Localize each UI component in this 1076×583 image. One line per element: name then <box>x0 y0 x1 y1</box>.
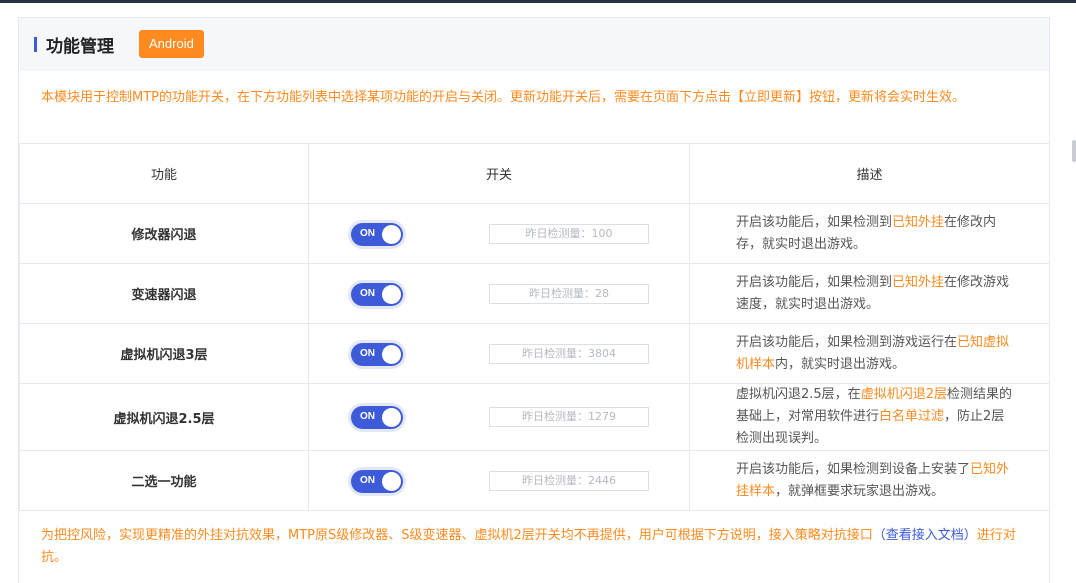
toggle-knob <box>382 224 401 244</box>
toggle-label: ON <box>360 347 375 359</box>
description-text: ，就弹框要求玩家退出游戏。 <box>775 483 945 499</box>
bottom-notice: 为把控风险，实现更精准的外挂对抗效果，MTP原S级修改器、S级变速器、虚拟机2层… <box>19 511 1049 569</box>
feature-name: 变速器闪退 <box>19 263 309 324</box>
description-text: 开启该功能后，如果检测到 <box>736 214 893 230</box>
switch-cell: ON 昨日检测量：100 <box>308 203 690 264</box>
feature-toggle[interactable]: ON <box>351 282 403 306</box>
platform-badge: Android <box>139 30 204 58</box>
feature-description: 开启该功能后，如果检测到设备上安装了已知外挂样本，就弹框要求玩家退出游戏。 <box>689 450 1050 511</box>
feature-description: 开启该功能后，如果检测到已知外挂在修改游戏速度，就实时退出游戏。 <box>689 263 1050 324</box>
detection-count: 昨日检测量：2446 <box>489 470 649 491</box>
column-header-feature: 功能 <box>19 143 309 204</box>
switch-cell: ON 昨日检测量：28 <box>308 263 690 324</box>
table-header-row: 功能 开关 描述 <box>19 143 1050 204</box>
toggle-knob <box>382 471 401 491</box>
column-header-description: 描述 <box>689 143 1050 204</box>
feature-table: 功能 开关 描述 修改器闪退 ON 昨日检测量：100 开启该功能后，如果检测到… <box>19 143 1050 511</box>
feature-name: 修改器闪退 <box>19 203 309 264</box>
highlight-text: 虚拟机闪退2层 <box>860 387 947 402</box>
toggle-label: ON <box>360 287 375 299</box>
feature-name: 二选一功能 <box>19 450 309 511</box>
panel-header: 功能管理 Android <box>19 18 1049 71</box>
detection-count: 昨日检测量：1279 <box>489 407 649 427</box>
switch-cell: ON 昨日检测量：1279 <box>308 383 690 451</box>
table-row: 虚拟机闪退2.5层 ON 昨日检测量：1279 虚拟机闪退2.5层，在虚拟机闪退… <box>19 383 1050 451</box>
feature-toggle[interactable]: ON <box>351 406 403 429</box>
detection-count: 昨日检测量：100 <box>489 223 649 244</box>
column-header-switch: 开关 <box>308 143 690 204</box>
highlight-text: 白名单过滤 <box>879 409 945 424</box>
toggle-label: ON <box>360 474 375 486</box>
highlight-text: 已知外挂 <box>892 274 945 290</box>
feature-toggle[interactable]: ON <box>351 342 403 366</box>
view-docs-link[interactable]: （查看接入文档） <box>873 528 977 543</box>
table-row: 变速器闪退 ON 昨日检测量：28 开启该功能后，如果检测到已知外挂在修改游戏速… <box>19 263 1050 324</box>
feature-description: 开启该功能后，如果检测到已知外挂在修改内存，就实时退出游戏。 <box>689 203 1050 264</box>
description-text: 开启该功能后，如果检测到游戏运行在 <box>736 334 958 350</box>
scrollbar-thumb[interactable] <box>1072 140 1076 162</box>
description-text: 开启该功能后，如果检测到 <box>736 274 893 290</box>
description-text: 内，就实时退出游戏。 <box>775 356 906 372</box>
top-notice: 本模块用于控制MTP的功能开关，在下方功能列表中选择某项功能的开启与关闭。更新功… <box>41 90 965 105</box>
bottom-notice-text: 为把控风险，实现更精准的外挂对抗效果，MTP原S级修改器、S级变速器、虚拟机2层… <box>41 528 873 543</box>
feature-description: 开启该功能后，如果检测到游戏运行在已知虚拟机样本内，就实时退出游戏。 <box>689 323 1050 384</box>
feature-toggle[interactable]: ON <box>351 222 403 246</box>
switch-cell: ON 昨日检测量：2446 <box>308 450 690 511</box>
description-text: 开启该功能后，如果检测到设备上安装了 <box>736 461 971 477</box>
table-row: 修改器闪退 ON 昨日检测量：100 开启该功能后，如果检测到已知外挂在修改内存… <box>19 203 1050 264</box>
feature-description: 虚拟机闪退2.5层，在虚拟机闪退2层检测结果的基础上，对常用软件进行白名单过滤，… <box>689 383 1050 451</box>
feature-management-panel: 功能管理 Android 本模块用于控制MTP的功能开关，在下方功能列表中选择某… <box>18 17 1050 583</box>
feature-name: 虚拟机闪退2.5层 <box>19 383 309 451</box>
toggle-label: ON <box>360 227 375 239</box>
feature-toggle[interactable]: ON <box>351 469 403 493</box>
toggle-knob <box>382 284 401 304</box>
description-text: 虚拟机闪退2.5层，在 <box>736 387 861 402</box>
top-border <box>0 0 1076 3</box>
toggle-label: ON <box>360 411 375 422</box>
feature-name: 虚拟机闪退3层 <box>19 323 309 384</box>
switch-cell: ON 昨日检测量：3804 <box>308 323 690 384</box>
page-title: 功能管理 <box>46 37 114 57</box>
title-accent-bar <box>34 37 37 52</box>
table-row: 虚拟机闪退3层 ON 昨日检测量：3804 开启该功能后，如果检测到游戏运行在已… <box>19 323 1050 384</box>
table-row: 二选一功能 ON 昨日检测量：2446 开启该功能后，如果检测到设备上安装了已知… <box>19 450 1050 511</box>
toggle-knob <box>382 408 401 427</box>
toggle-knob <box>382 344 401 364</box>
detection-count: 昨日检测量：28 <box>489 283 649 304</box>
detection-count: 昨日检测量：3804 <box>489 343 649 364</box>
highlight-text: 已知外挂 <box>892 214 945 230</box>
